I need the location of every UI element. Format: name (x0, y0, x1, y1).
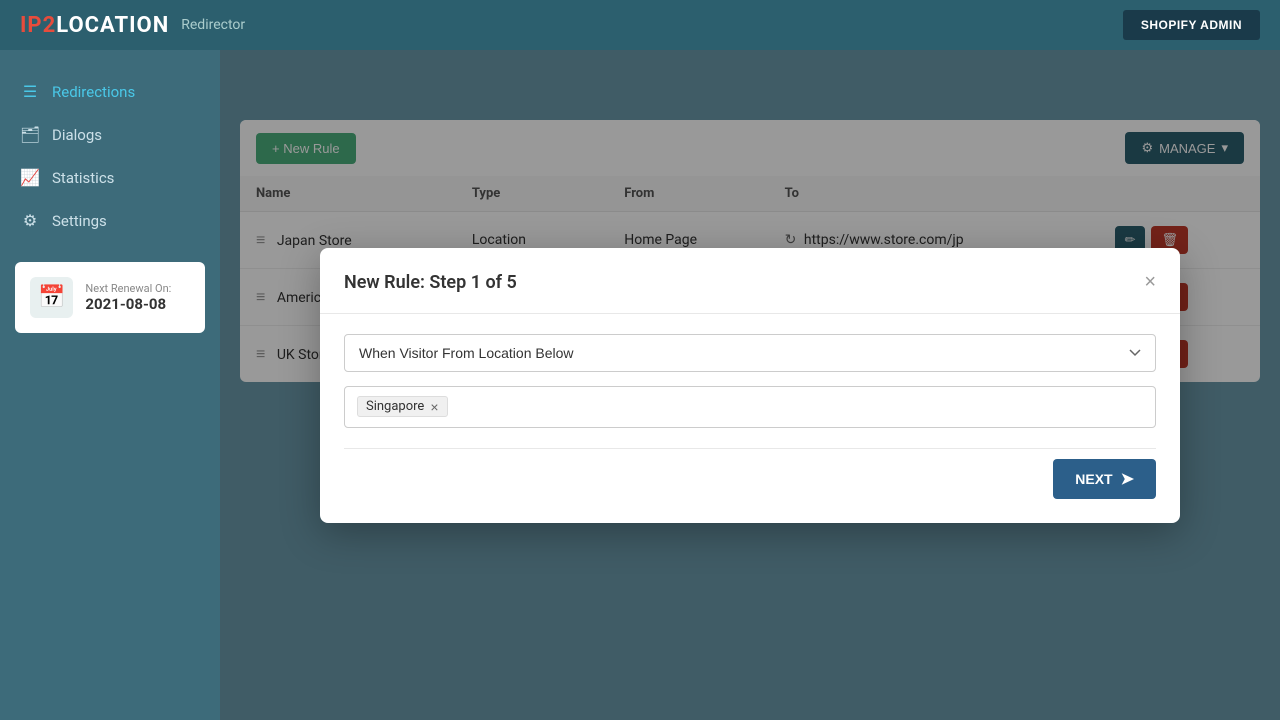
modal-title: New Rule: Step 1 of 5 (344, 272, 517, 293)
renewal-date: 2021-08-08 (85, 295, 171, 313)
redirections-icon: ☰ (20, 82, 40, 101)
sidebar-item-statistics[interactable]: 📈 Statistics (0, 156, 220, 199)
sidebar-item-label: Statistics (52, 169, 114, 187)
sidebar: ☰ Redirections 🗂 Dialogs 📈 Statistics ⚙ … (0, 50, 220, 720)
topbar: IP2LOCATION Redirector SHOPIFY ADMIN (0, 0, 1280, 50)
modal-footer: NEXT ➤ (344, 448, 1156, 499)
settings-icon: ⚙ (20, 211, 40, 230)
modal-divider (320, 313, 1180, 314)
calendar-icon: 📅 (30, 277, 73, 318)
redirector-label: Redirector (181, 17, 245, 33)
new-rule-modal: New Rule: Step 1 of 5 × When Visitor Fro… (320, 248, 1180, 523)
tag-label: Singapore (366, 399, 424, 414)
logo-area: IP2LOCATION Redirector (20, 13, 245, 38)
shopify-admin-button[interactable]: SHOPIFY ADMIN (1123, 10, 1260, 40)
next-arrow-icon: ➤ (1121, 469, 1134, 489)
condition-select[interactable]: When Visitor From Location Below When Vi… (344, 334, 1156, 372)
sidebar-item-label: Dialogs (52, 126, 102, 144)
sidebar-item-redirections[interactable]: ☰ Redirections (0, 70, 220, 113)
modal-close-button[interactable]: × (1144, 272, 1156, 292)
renewal-info: Next Renewal On: 2021-08-08 (85, 282, 171, 313)
modal-overlay: New Rule: Step 1 of 5 × When Visitor Fro… (220, 50, 1280, 720)
location-tag-input[interactable]: Singapore × (344, 386, 1156, 428)
next-button[interactable]: NEXT ➤ (1053, 459, 1156, 499)
singapore-tag: Singapore × (357, 396, 448, 417)
logo: IP2LOCATION (20, 13, 169, 38)
sidebar-item-label: Redirections (52, 83, 135, 101)
renewal-label: Next Renewal On: (85, 282, 171, 295)
sidebar-item-label: Settings (52, 212, 107, 230)
main-layout: ☰ Redirections 🗂 Dialogs 📈 Statistics ⚙ … (0, 50, 1280, 720)
modal-header: New Rule: Step 1 of 5 × (344, 272, 1156, 293)
statistics-icon: 📈 (20, 168, 40, 187)
sidebar-item-dialogs[interactable]: 🗂 Dialogs (0, 113, 220, 156)
content-area: + New Rule ⚙ MANAGE ▾ Name Type From To (220, 50, 1280, 720)
next-label: NEXT (1075, 471, 1112, 487)
renewal-card: 📅 Next Renewal On: 2021-08-08 (15, 262, 205, 333)
tag-remove-button[interactable]: × (430, 400, 438, 414)
dialogs-icon: 🗂 (20, 125, 40, 144)
sidebar-item-settings[interactable]: ⚙ Settings (0, 199, 220, 242)
